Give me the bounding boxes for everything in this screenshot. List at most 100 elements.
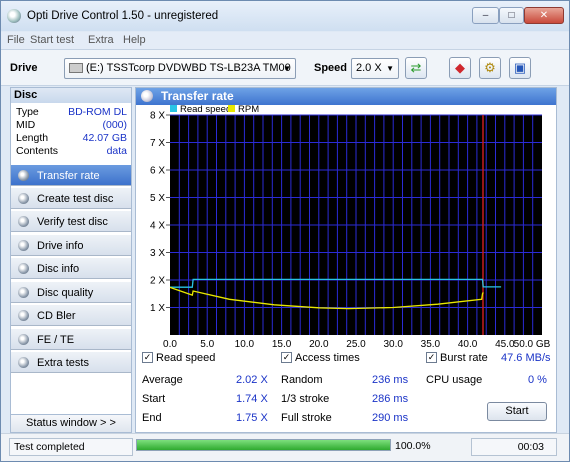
start-value: 1.74 X bbox=[236, 393, 268, 405]
disc-info: Type BD-ROM DL MID (000) Length 42.07 GB Co… bbox=[11, 103, 131, 158]
refresh-icon[interactable]: ⇄ bbox=[405, 57, 427, 79]
drive-select[interactable]: (E:) TSSTcorp DVDWBD TS-LB23A TM00 ▼ bbox=[64, 58, 296, 79]
status-bar: Test completed 100.0% 00:03 bbox=[1, 433, 569, 461]
status-window-button[interactable]: Status window > > bbox=[11, 414, 131, 432]
nav-label: Drive info bbox=[37, 240, 84, 252]
title-bar: Opti Drive Control 1.50 - unregistered –… bbox=[1, 1, 569, 31]
status-text: Test completed bbox=[9, 438, 133, 456]
nav-create-test-disc[interactable]: Create test disc bbox=[11, 187, 131, 209]
one-third-stroke-value: 286 ms bbox=[372, 393, 409, 405]
menu-start-test[interactable]: Start test bbox=[30, 34, 74, 46]
drive-label: Drive bbox=[10, 62, 38, 74]
menu-bar: File Start test Extra Help bbox=[1, 32, 569, 49]
average-value: 2.02 X bbox=[236, 374, 268, 386]
nav-label: Transfer rate bbox=[37, 170, 100, 182]
x-tick-label: 25.0 bbox=[346, 339, 366, 350]
menu-extra[interactable]: Extra bbox=[88, 34, 114, 46]
nav-label: CD Bler bbox=[37, 310, 76, 322]
menu-file[interactable]: File bbox=[7, 34, 25, 46]
disc-length-value: 42.07 GB bbox=[82, 132, 127, 144]
maximize-button[interactable]: □ bbox=[499, 7, 524, 24]
disc-icon bbox=[18, 193, 29, 204]
nav-disc-info[interactable]: Disc info bbox=[11, 257, 131, 279]
disc-icon bbox=[18, 334, 29, 345]
nav-label: Disc quality bbox=[37, 287, 94, 299]
minimize-button[interactable]: – bbox=[472, 7, 499, 24]
speed-label: Speed bbox=[314, 62, 348, 74]
y-tick-label: 1 X bbox=[150, 303, 165, 314]
legend-swatch-rpm bbox=[228, 105, 235, 112]
x-tick-label: 40.0 bbox=[458, 339, 478, 350]
cpu-usage-label: CPU usage bbox=[426, 374, 483, 386]
drive-select-value: (E:) TSSTcorp DVDWBD TS-LB23A TM00 bbox=[86, 62, 291, 74]
legend-swatch-read-speed bbox=[170, 105, 177, 112]
x-tick-label: 50.0 GB bbox=[514, 339, 551, 350]
menu-help[interactable]: Help bbox=[123, 34, 146, 46]
toolbar: Drive (E:) TSSTcorp DVDWBD TS-LB23A TM00… bbox=[1, 49, 569, 86]
read-speed-label: Read speed bbox=[156, 352, 216, 364]
disc-icon bbox=[18, 216, 29, 227]
average-label: Average bbox=[142, 374, 183, 386]
settings-icon[interactable]: ⚙ bbox=[479, 57, 501, 79]
disc-header: Disc bbox=[11, 88, 131, 103]
end-label: End bbox=[142, 412, 162, 424]
nav-drive-info[interactable]: Drive info bbox=[11, 234, 131, 256]
y-tick-label: 7 X bbox=[150, 138, 165, 149]
speed-select[interactable]: 2.0 X ▼ bbox=[351, 58, 399, 79]
legend-rpm: RPM bbox=[238, 105, 259, 115]
nav-transfer-rate[interactable]: Transfer rate bbox=[11, 164, 131, 186]
drive-icon bbox=[69, 63, 83, 74]
close-button[interactable]: ✕ bbox=[524, 7, 564, 24]
read-speed-checkbox[interactable]: ✓ bbox=[142, 352, 153, 363]
chevron-down-icon: ▼ bbox=[386, 64, 394, 73]
disc-icon bbox=[18, 357, 29, 368]
panel-title: Transfer rate bbox=[161, 89, 234, 103]
nav-fe-te[interactable]: FE / TE bbox=[11, 328, 131, 350]
x-tick-label: 5.0 bbox=[200, 339, 214, 350]
disc-length-row: Length 42.07 GB bbox=[11, 132, 131, 145]
nav-label: Verify test disc bbox=[37, 216, 108, 228]
start-button[interactable]: Start bbox=[487, 402, 547, 421]
disc-mid-key: MID bbox=[16, 119, 36, 131]
nav-label: Disc info bbox=[37, 263, 80, 275]
disc-icon bbox=[18, 263, 29, 274]
nav-verify-test-disc[interactable]: Verify test disc bbox=[11, 210, 131, 232]
burst-rate-label: Burst rate bbox=[440, 352, 488, 364]
nav-label: Extra tests bbox=[37, 357, 89, 369]
nav-disc-quality[interactable]: Disc quality bbox=[11, 281, 131, 303]
access-times-checkbox[interactable]: ✓ bbox=[281, 352, 292, 363]
nav-extra-tests[interactable]: Extra tests bbox=[11, 351, 131, 373]
nav-cd-bler[interactable]: CD Bler bbox=[11, 304, 131, 326]
start-label: Start bbox=[142, 393, 166, 405]
y-tick-label: 5 X bbox=[150, 193, 165, 204]
disc-length-key: Length bbox=[16, 132, 49, 144]
full-stroke-value: 290 ms bbox=[372, 412, 409, 424]
progress-fill bbox=[137, 440, 390, 450]
cpu-usage-value: 0 % bbox=[528, 374, 547, 386]
end-value: 1.75 X bbox=[236, 412, 268, 424]
y-tick-label: 4 X bbox=[150, 221, 165, 232]
nav-label: Create test disc bbox=[37, 193, 114, 205]
nav-label: FE / TE bbox=[37, 334, 75, 346]
panel-header: Transfer rate bbox=[136, 88, 556, 105]
legend-read-speed: Read speed bbox=[180, 105, 231, 115]
x-tick-label: 35.0 bbox=[421, 339, 441, 350]
disc-type-value: BD-ROM DL bbox=[68, 106, 127, 118]
progress-label: 100.0% bbox=[395, 440, 431, 452]
save-icon[interactable]: ▣ bbox=[509, 57, 531, 79]
one-third-stroke-label: 1/3 stroke bbox=[281, 393, 330, 405]
x-tick-label: 30.0 bbox=[383, 339, 403, 350]
full-stroke-label: Full stroke bbox=[281, 412, 332, 424]
app-disc-icon bbox=[7, 9, 21, 23]
chevron-down-icon: ▼ bbox=[283, 64, 291, 73]
x-tick-label: 20.0 bbox=[309, 339, 329, 350]
y-tick-label: 8 X bbox=[150, 111, 165, 122]
disc-icon bbox=[18, 240, 29, 251]
eraser-icon[interactable]: ◆ bbox=[449, 57, 471, 79]
disc-mid-row: MID (000) bbox=[11, 119, 131, 132]
y-tick-label: 3 X bbox=[150, 248, 165, 259]
app-window: Opti Drive Control 1.50 - unregistered –… bbox=[0, 0, 570, 462]
random-value: 236 ms bbox=[372, 374, 409, 386]
x-tick-label: 15.0 bbox=[272, 339, 292, 350]
burst-rate-checkbox[interactable]: ✓ bbox=[426, 352, 437, 363]
